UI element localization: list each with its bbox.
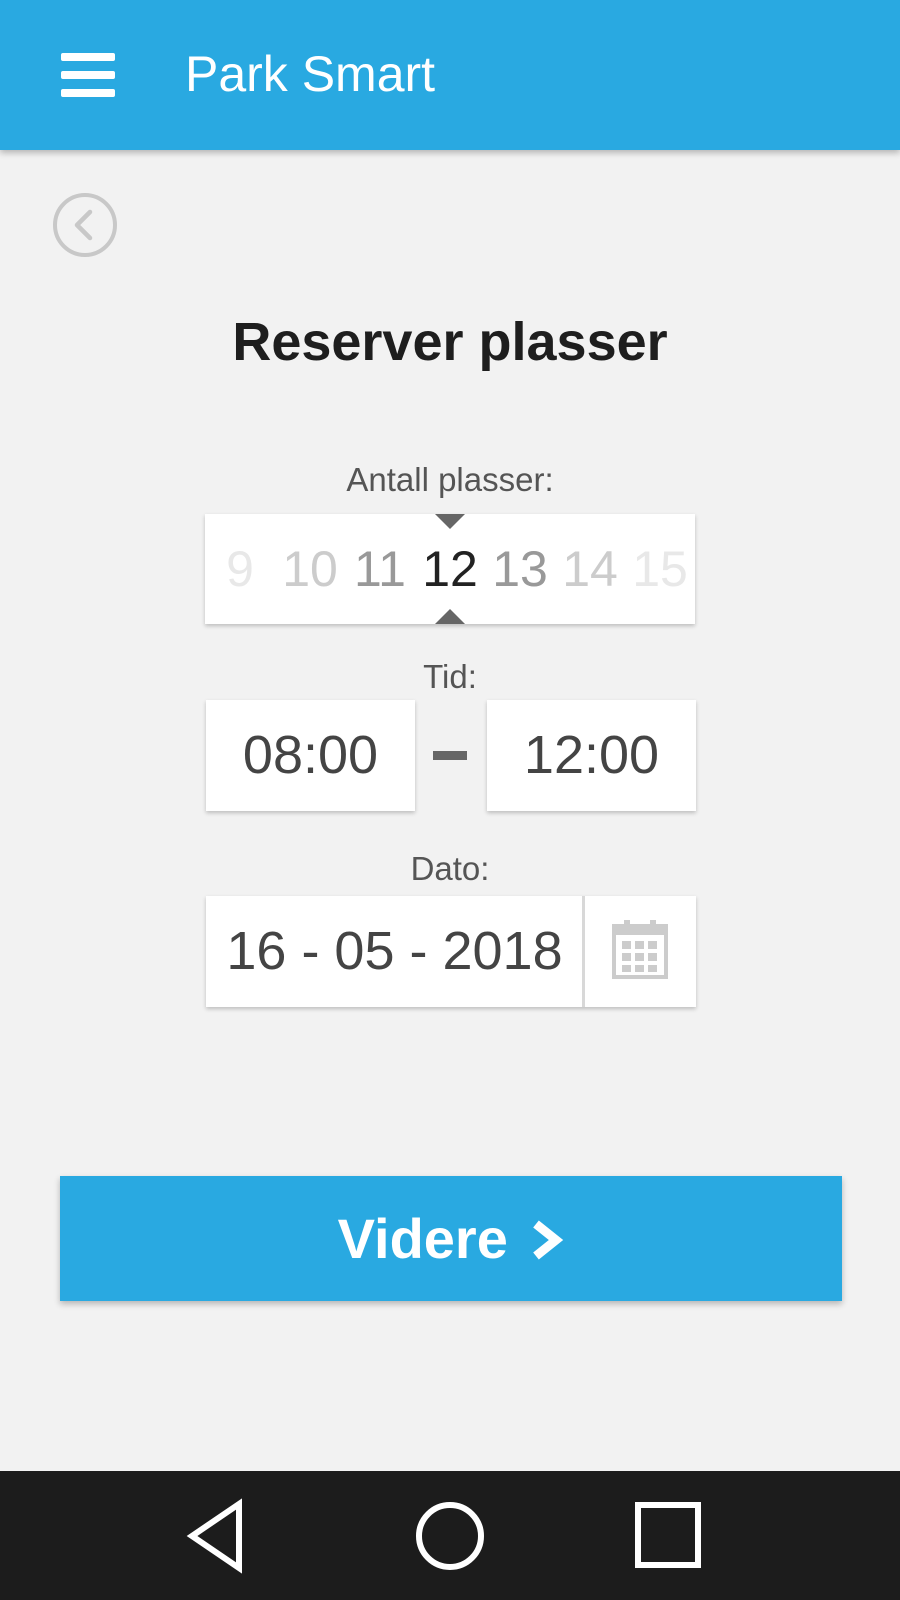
picker-option[interactable]: 14 [555,534,625,604]
system-recents-button[interactable] [623,1491,713,1581]
picker-option[interactable]: 15 [625,534,695,604]
time-label: Tid: [423,658,477,695]
app-bar: Park Smart [0,0,900,150]
picker-option[interactable]: 9 [205,534,275,604]
app-title: Park Smart [185,46,436,102]
picker-option[interactable]: 11 [345,534,415,604]
chevron-left-circle-icon [74,209,93,241]
calendar-icon [612,920,668,979]
picker-option[interactable]: 13 [485,534,555,604]
picker-bottom-pointer-icon [435,609,465,624]
date-field[interactable]: 16 - 05 - 2018 [206,896,696,1007]
picker-option-selected[interactable]: 12 [415,534,485,604]
page-title: Reserver plasser [232,312,668,372]
back-button[interactable] [53,193,117,257]
triangle-back-icon [186,1498,242,1574]
system-back-button[interactable] [175,1491,265,1581]
date-value[interactable]: 16 - 05 - 2018 [206,896,583,1007]
picker-top-pointer-icon [435,514,465,529]
reserve-spaces-screen: Park Smart Reserver plasser Antall plass… [0,0,900,1600]
hamburger-menu-icon[interactable] [48,40,128,110]
start-time-field[interactable]: 08:00 [206,700,415,811]
picker-option[interactable]: 10 [275,534,345,604]
system-home-button[interactable] [405,1491,495,1581]
spaces-label: Antall plasser: [346,461,554,498]
system-navigation-bar [0,1471,900,1600]
end-time-field[interactable]: 12:00 [487,700,696,811]
time-range-dash [433,751,467,760]
spaces-number-picker[interactable]: 9 10 11 12 13 14 15 [205,514,695,624]
calendar-button[interactable] [585,896,696,1007]
circle-home-icon [416,1502,484,1570]
square-recents-icon [635,1502,701,1568]
continue-button[interactable]: Videre [60,1176,842,1301]
chevron-right-icon [533,1220,564,1260]
date-label: Dato: [410,850,490,887]
continue-button-label: Videre [337,1207,508,1270]
